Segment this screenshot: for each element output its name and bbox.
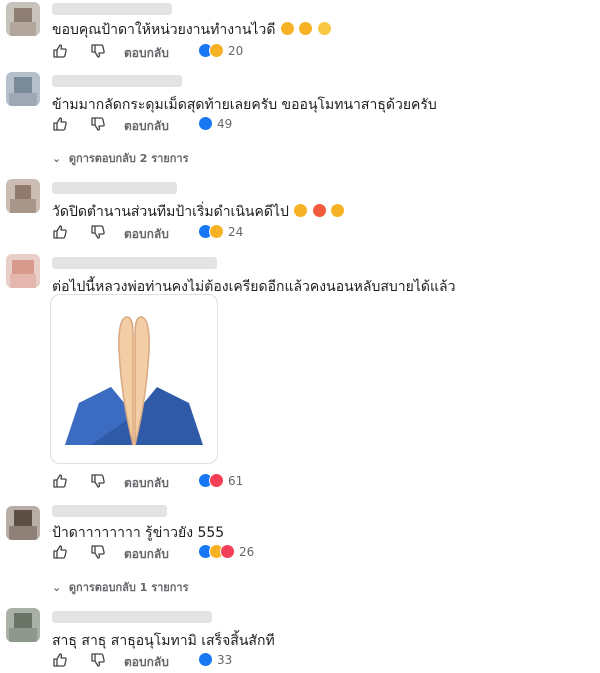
commenter-name-blurred[interactable]	[52, 3, 172, 15]
comment-actions: ตอบกลับ 33	[52, 652, 452, 670]
reaction-summary[interactable]: 20	[198, 43, 258, 59]
thumbs-up-icon[interactable]	[52, 544, 68, 560]
commenter-name-blurred[interactable]	[52, 182, 177, 194]
avatar[interactable]	[6, 608, 40, 642]
haha-reaction-icon	[209, 224, 224, 239]
reply-button[interactable]: ตอบกลับ	[124, 653, 169, 672]
comment-actions: ตอบกลับ 61	[52, 473, 452, 491]
thumbs-down-icon[interactable]	[90, 544, 106, 560]
thumbs-up-icon[interactable]	[52, 43, 68, 59]
view-replies-label: ดูการตอบกลับ 2 รายการ	[68, 152, 189, 165]
astonished-emoji-icon	[317, 22, 331, 35]
sticker-image[interactable]	[50, 294, 218, 464]
rofl-emoji-icon	[299, 22, 313, 35]
reaction-summary[interactable]: 26	[198, 544, 268, 560]
like-reaction-icon	[198, 652, 213, 667]
comment-actions: ตอบกลับ 49	[52, 116, 452, 134]
haha-reaction-icon	[209, 43, 224, 58]
comment-text: ข้ามมากลัดกระดุมเม็ดสุดท้ายเลยครับ ขออนุ…	[52, 94, 437, 116]
joy-emoji-icon	[331, 204, 345, 217]
view-replies-link[interactable]: ⌄ ดูการตอบกลับ 1 รายการ	[52, 578, 188, 596]
reply-button[interactable]: ตอบกลับ	[124, 44, 169, 63]
avatar[interactable]	[6, 2, 40, 36]
reaction-summary[interactable]: 49	[198, 116, 248, 132]
view-replies-label: ดูการตอบกลับ 1 รายการ	[68, 581, 189, 594]
joy-emoji-icon	[294, 204, 308, 217]
reaction-count: 33	[217, 653, 233, 667]
thumbs-up-icon[interactable]	[52, 224, 68, 240]
chevron-down-icon: ⌄	[52, 581, 62, 594]
commenter-name-blurred[interactable]	[52, 75, 182, 87]
folded-hands-icon	[65, 316, 203, 446]
reaction-summary[interactable]: 61	[198, 473, 258, 489]
thumbs-down-icon[interactable]	[90, 43, 106, 59]
comment-text-content: ต่อไปนี้หลวงพ่อท่านคงไม่ต้องเครียดอีกแล้…	[52, 279, 456, 295]
avatar[interactable]	[6, 254, 40, 288]
reaction-count: 61	[228, 474, 244, 488]
thumbs-down-icon[interactable]	[90, 473, 106, 489]
comment-actions: ตอบกลับ 26	[52, 544, 452, 562]
comment-text-content: สาธุ สาธุ สาธุอนุโมทามิ เสร็จสิ้นสักที	[52, 633, 275, 649]
view-replies-link[interactable]: ⌄ ดูการตอบกลับ 2 รายการ	[52, 149, 188, 167]
love-reaction-icon	[220, 544, 235, 559]
comment-text-content: วัดปิดตำนานส่วนทีมป้าเริ่มดำเนินคดีไป	[52, 204, 289, 220]
reply-button[interactable]: ตอบกลับ	[124, 225, 169, 244]
like-reaction-icon	[198, 116, 213, 131]
reply-button[interactable]: ตอบกลับ	[124, 545, 169, 564]
commenter-name-blurred[interactable]	[52, 505, 167, 517]
comment-text-content: ป้าดาาาาาาาา รู้ข่าวยัง 555	[52, 525, 225, 541]
reaction-count: 26	[239, 545, 255, 559]
reaction-summary[interactable]: 24	[198, 224, 258, 240]
reaction-summary[interactable]: 33	[198, 652, 248, 668]
thumbs-up-icon[interactable]	[52, 116, 68, 132]
thumbs-down-icon[interactable]	[90, 652, 106, 668]
avatar[interactable]	[6, 72, 40, 106]
comment-text-content: ขอบคุณป้าดาให้หน่วยงานทำงานไวดี	[52, 22, 276, 38]
love-reaction-icon	[209, 473, 224, 488]
avatar[interactable]	[6, 506, 40, 540]
thumbs-down-icon[interactable]	[90, 224, 106, 240]
thumbs-up-icon[interactable]	[52, 652, 68, 668]
reply-button[interactable]: ตอบกลับ	[124, 474, 169, 493]
chevron-down-icon: ⌄	[52, 152, 62, 165]
heart-eyes-emoji-icon	[312, 204, 326, 217]
comment-text-content: ข้ามมากลัดกระดุมเม็ดสุดท้ายเลยครับ ขออนุ…	[52, 97, 437, 113]
avatar[interactable]	[6, 179, 40, 213]
reaction-count: 24	[228, 225, 244, 239]
reply-button[interactable]: ตอบกลับ	[124, 117, 169, 136]
comment-text: สาธุ สาธุ สาธุอนุโมทามิ เสร็จสิ้นสักที	[52, 630, 275, 652]
commenter-name-blurred[interactable]	[52, 611, 212, 623]
commenter-name-blurred[interactable]	[52, 257, 217, 269]
reaction-count: 49	[217, 117, 233, 131]
comment-text: ขอบคุณป้าดาให้หน่วยงานทำงานไวดี	[52, 19, 331, 41]
rofl-emoji-icon	[280, 22, 294, 35]
thumbs-down-icon[interactable]	[90, 116, 106, 132]
reaction-count: 20	[228, 44, 244, 58]
comment-actions: ตอบกลับ 20	[52, 43, 452, 61]
thumbs-up-icon[interactable]	[52, 473, 68, 489]
comment-text: วัดปิดตำนานส่วนทีมป้าเริ่มดำเนินคดีไป	[52, 201, 345, 223]
comment-text: ป้าดาาาาาาาา รู้ข่าวยัง 555	[52, 522, 224, 544]
comment-actions: ตอบกลับ 24	[52, 224, 452, 242]
